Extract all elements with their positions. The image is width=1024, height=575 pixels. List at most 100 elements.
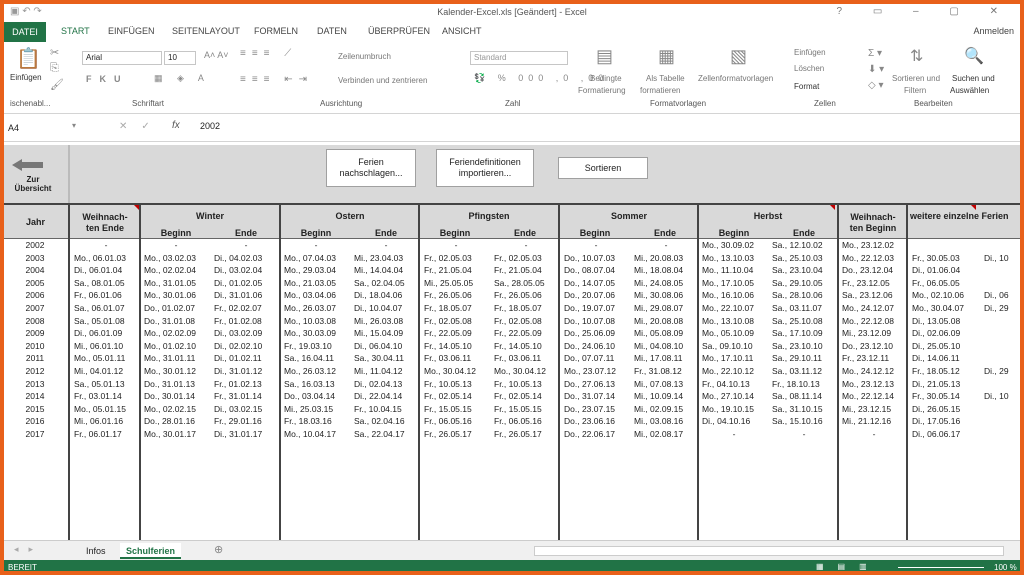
date-cell[interactable]: Di., 03.02.04 bbox=[214, 265, 278, 275]
date-cell[interactable]: Mi., 20.08.08 bbox=[634, 316, 698, 326]
date-cell[interactable]: Fr., 02.05.14 bbox=[424, 391, 488, 401]
date-cell[interactable]: Fr., 02.05.14 bbox=[494, 391, 558, 401]
tab-daten[interactable]: DATEN bbox=[317, 26, 347, 36]
date-cell[interactable]: Fr., 04.10.13 bbox=[702, 379, 766, 389]
date-cell[interactable]: Do., 23.06.16 bbox=[564, 416, 628, 426]
date-cell[interactable]: - bbox=[494, 240, 558, 250]
paste-button-label[interactable]: Einfügen bbox=[10, 73, 42, 82]
date-cell[interactable]: Mo., 19.10.15 bbox=[702, 404, 766, 414]
wrap-text-button[interactable]: Zeilenumbruch bbox=[338, 52, 391, 61]
paste-icon[interactable]: 📋 bbox=[16, 46, 41, 71]
date-cell[interactable]: Mo., 05.01.11 bbox=[74, 353, 138, 363]
date-cell[interactable]: Mo., 01.02.10 bbox=[144, 341, 208, 351]
date-cell[interactable]: Do., 07.07.11 bbox=[564, 353, 628, 363]
date-cell[interactable]: - bbox=[214, 240, 278, 250]
autosum-fill-clear-icons[interactable]: Σ ▾ ⬇ ▾ ◇ ▾ bbox=[868, 46, 884, 94]
date-cell[interactable]: Fr., 10.05.13 bbox=[424, 379, 488, 389]
date-cell[interactable]: Mo., 31.01.11 bbox=[144, 353, 208, 363]
date-cell[interactable]: Di., 31.01.12 bbox=[214, 366, 278, 376]
align-top-icons[interactable]: ≡≡≡ ⟋ bbox=[240, 48, 297, 59]
date-cell[interactable]: Sa., 03.11.12 bbox=[772, 366, 836, 376]
date-cell[interactable]: Mo., 07.04.03 bbox=[284, 253, 348, 263]
date-cell[interactable]: Mi., 23.12.15 bbox=[842, 404, 906, 414]
date-cell[interactable]: Fr., 18.10.13 bbox=[772, 379, 836, 389]
date-cell[interactable]: Sa., 08.01.05 bbox=[74, 278, 138, 288]
year-cell[interactable]: 2010 bbox=[10, 341, 60, 351]
date-cell[interactable]: Mo., 22.12.03 bbox=[842, 253, 906, 263]
date-cell[interactable]: Mo., 17.10.05 bbox=[702, 278, 766, 288]
date-cell[interactable]: Sa., 23.12.06 bbox=[842, 290, 906, 300]
date-cell[interactable]: - bbox=[144, 240, 208, 250]
date-cell[interactable]: Mo., 24.12.07 bbox=[842, 303, 906, 313]
tab-einfuegen[interactable]: EINFÜGEN bbox=[108, 26, 155, 36]
date-cell[interactable]: Fr., 15.05.15 bbox=[494, 404, 558, 414]
comment-indicator[interactable] bbox=[971, 205, 976, 210]
date-cell[interactable]: - bbox=[842, 429, 906, 439]
font-name-select[interactable]: Arial bbox=[82, 51, 162, 65]
align-left-icons[interactable]: ≡≡≡ ⇤⇥ bbox=[240, 74, 313, 85]
date-cell[interactable]: Mi., 04.01.12 bbox=[74, 366, 138, 376]
date-cell[interactable]: Mi., 06.01.16 bbox=[74, 416, 138, 426]
date-cell[interactable]: Fr., 26.05.17 bbox=[494, 429, 558, 439]
date-cell[interactable]: Di., 10.04.07 bbox=[354, 303, 418, 313]
date-cell[interactable]: Sa., 02.04.16 bbox=[354, 416, 418, 426]
date-cell[interactable]: Fr., 31.01.14 bbox=[214, 391, 278, 401]
date-cell[interactable]: Fr., 30.05.14 bbox=[912, 391, 976, 401]
date-cell[interactable]: Di., 02.02.10 bbox=[214, 341, 278, 351]
date-cell[interactable]: Fr., 03.06.11 bbox=[494, 353, 558, 363]
date-cell[interactable]: Mo., 26.03.07 bbox=[284, 303, 348, 313]
date-cell[interactable]: Mo., 16.10.06 bbox=[702, 290, 766, 300]
year-cell[interactable]: 2006 bbox=[10, 290, 60, 300]
date-cell[interactable]: Mi., 25.05.05 bbox=[424, 278, 488, 288]
format-painter-icon[interactable]: 🖌 bbox=[50, 78, 64, 91]
date-cell[interactable]: Mi., 02.08.17 bbox=[634, 429, 698, 439]
date-cell[interactable]: Fr., 10.05.13 bbox=[494, 379, 558, 389]
format-as-table-icon[interactable]: ▦ bbox=[658, 46, 675, 67]
date-cell[interactable]: Fr., 15.05.15 bbox=[424, 404, 488, 414]
date-cell[interactable]: Di., 31.01.06 bbox=[214, 290, 278, 300]
date-cell[interactable]: - bbox=[702, 429, 766, 439]
insert-function-icon[interactable]: fx bbox=[172, 120, 180, 131]
add-sheet-icon[interactable]: ⊕ bbox=[214, 543, 223, 556]
date-cell[interactable]: Di., 01.06.04 bbox=[912, 265, 976, 275]
date-cell[interactable]: Do., 31.01.13 bbox=[144, 379, 208, 389]
date-cell[interactable]: Di., 10 bbox=[984, 253, 1020, 263]
date-cell[interactable]: Di., 02.04.13 bbox=[354, 379, 418, 389]
date-cell[interactable]: - bbox=[634, 240, 698, 250]
date-cell[interactable]: Mo., 30.01.12 bbox=[144, 366, 208, 376]
date-cell[interactable]: Do., 10.07.03 bbox=[564, 253, 628, 263]
date-cell[interactable]: Mo., 21.03.05 bbox=[284, 278, 348, 288]
date-cell[interactable]: Do., 25.06.09 bbox=[564, 328, 628, 338]
tab-ueberpruefen[interactable]: ÜBERPRÜFEN bbox=[368, 26, 430, 36]
tab-datei[interactable]: DATEI bbox=[4, 22, 46, 42]
tab-ansicht[interactable]: ANSICHT bbox=[442, 26, 482, 36]
date-cell[interactable]: Di., 25.05.10 bbox=[912, 341, 976, 351]
date-cell[interactable]: Mi., 05.08.09 bbox=[634, 328, 698, 338]
zoom-slider[interactable] bbox=[898, 567, 984, 568]
year-cell[interactable]: 2016 bbox=[10, 416, 60, 426]
date-cell[interactable]: Mi., 29.08.07 bbox=[634, 303, 698, 313]
date-cell[interactable]: Mi., 14.04.04 bbox=[354, 265, 418, 275]
date-cell[interactable]: Fr., 19.03.10 bbox=[284, 341, 348, 351]
date-cell[interactable]: Fr., 03.01.14 bbox=[74, 391, 138, 401]
date-cell[interactable]: Fr., 03.06.11 bbox=[424, 353, 488, 363]
date-cell[interactable]: Di., 06.01.04 bbox=[74, 265, 138, 275]
year-cell[interactable]: 2014 bbox=[10, 391, 60, 401]
date-cell[interactable]: Fr., 06.01.06 bbox=[74, 290, 138, 300]
date-cell[interactable]: Mo., 13.10.08 bbox=[702, 316, 766, 326]
date-cell[interactable]: Fr., 02.02.07 bbox=[214, 303, 278, 313]
date-cell[interactable]: Mi., 25.03.15 bbox=[284, 404, 348, 414]
date-cell[interactable]: Sa., 22.04.17 bbox=[354, 429, 418, 439]
date-cell[interactable]: Sa., 15.10.16 bbox=[772, 416, 836, 426]
date-cell[interactable]: Mi., 11.04.12 bbox=[354, 366, 418, 376]
date-cell[interactable]: Do., 23.07.15 bbox=[564, 404, 628, 414]
format-as-table-label-1[interactable]: Als Tabelle bbox=[646, 74, 685, 83]
date-cell[interactable]: Fr., 06.05.16 bbox=[494, 416, 558, 426]
date-cell[interactable]: Di., 06 bbox=[984, 290, 1020, 300]
date-cell[interactable]: Sa., 29.10.05 bbox=[772, 278, 836, 288]
font-size-select[interactable]: 10 bbox=[164, 51, 196, 65]
date-cell[interactable]: Do., 19.07.07 bbox=[564, 303, 628, 313]
date-cell[interactable]: Fr., 02.05.03 bbox=[494, 253, 558, 263]
date-cell[interactable]: Sa., 05.01.13 bbox=[74, 379, 138, 389]
date-cell[interactable]: Di., 14.06.11 bbox=[912, 353, 976, 363]
